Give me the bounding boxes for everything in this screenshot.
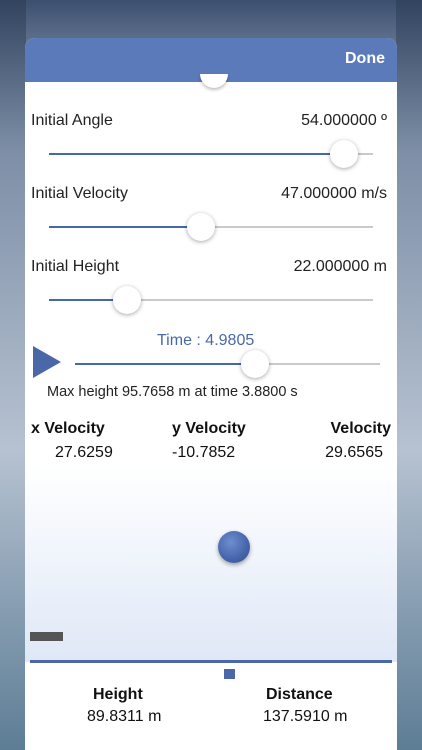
time-slider-thumb[interactable]: [241, 350, 269, 378]
done-button[interactable]: Done: [345, 50, 385, 68]
height-slider-track: [127, 299, 373, 301]
time-slider-fill: [75, 363, 255, 365]
time-label: Time : 4.9805: [157, 332, 255, 349]
background-right: [396, 0, 422, 750]
scrolled-slider-thumb[interactable]: [200, 74, 228, 88]
height-slider-thumb[interactable]: [113, 286, 141, 314]
height-value: 22.000000 m: [293, 258, 387, 275]
play-icon[interactable]: [33, 346, 61, 378]
velocity-slider-track: [201, 226, 373, 228]
angle-value: 54.000000 º: [301, 112, 387, 129]
trajectory-area: [25, 466, 397, 662]
x-velocity-heading: x Velocity: [31, 420, 105, 437]
max-height-text: Max height 95.7658 m at time 3.8800 s: [47, 384, 298, 400]
angle-label: Initial Angle: [31, 112, 113, 129]
angle-slider[interactable]: [49, 140, 373, 168]
distance-result-heading: Distance: [266, 686, 333, 703]
height-slider[interactable]: [49, 286, 373, 314]
velocity-label: Initial Velocity: [31, 185, 128, 202]
launch-platform: [30, 632, 63, 641]
distance-marker: [224, 669, 235, 679]
velocity-value: 47.000000 m/s: [281, 185, 387, 202]
y-velocity-heading: y Velocity: [172, 420, 246, 437]
velocity-slider-thumb[interactable]: [187, 213, 215, 241]
ground-line: [30, 660, 392, 663]
velocity-slider-fill: [49, 226, 201, 228]
x-velocity-value: 27.6259: [55, 444, 113, 461]
height-result-value: 89.8311 m: [87, 708, 162, 725]
velocity-value: 29.6565: [325, 444, 383, 461]
angle-slider-thumb[interactable]: [330, 140, 358, 168]
y-velocity-value: -10.7852: [172, 444, 236, 461]
projectile-ball: [218, 531, 250, 563]
height-result-heading: Height: [93, 686, 143, 703]
velocity-heading: Velocity: [330, 420, 391, 437]
height-label: Initial Height: [31, 258, 120, 275]
background-left: [0, 0, 26, 750]
time-slider[interactable]: [75, 350, 380, 378]
distance-result-value: 137.5910 m: [263, 708, 348, 725]
modal-sheet: Done Initial Angle 54.000000 º Initial V…: [25, 38, 397, 750]
time-slider-track: [255, 363, 380, 365]
velocity-slider[interactable]: [49, 213, 373, 241]
angle-slider-fill: [49, 153, 344, 155]
